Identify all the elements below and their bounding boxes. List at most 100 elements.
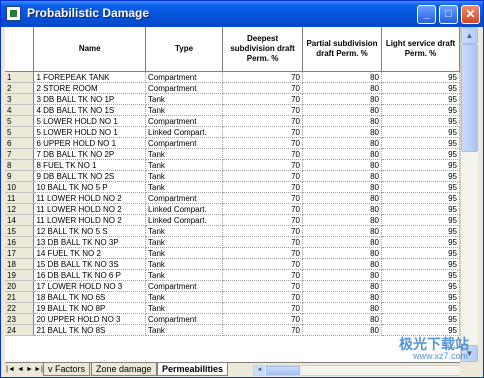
table-row[interactable]: 20 17 LOWER HOLD NO 3 Compartment 70 80 95 [5, 280, 460, 292]
name-cell[interactable]: 11 LOWER HOLD NO 2 [33, 192, 147, 204]
table-row[interactable]: 21 18 BALL TK NO 6S Tank 70 80 95 [5, 291, 460, 303]
light-perm-cell[interactable]: 95 [381, 137, 460, 149]
column-header-deepest[interactable]: Deepest subdivision draft Perm. % [222, 27, 304, 72]
horizontal-scroll-thumb[interactable] [266, 366, 300, 375]
type-cell[interactable]: Compartment [145, 82, 224, 94]
deepest-perm-cell[interactable]: 70 [222, 214, 304, 226]
deepest-perm-cell[interactable]: 70 [222, 203, 304, 215]
row-header-cell[interactable]: 19 [5, 269, 35, 281]
name-cell[interactable]: 17 LOWER HOLD NO 3 [33, 280, 147, 292]
partial-perm-cell[interactable]: 80 [302, 148, 382, 160]
row-header-cell[interactable]: 6 [5, 137, 35, 149]
partial-perm-cell[interactable]: 80 [302, 137, 382, 149]
partial-perm-cell[interactable]: 80 [302, 170, 382, 182]
row-header-cell[interactable]: 20 [5, 280, 35, 292]
type-cell[interactable]: Compartment [145, 280, 224, 292]
table-row[interactable]: 55 LOWER HOLD NO 1 Linked Compart. 70 80 95 [5, 126, 460, 138]
deepest-perm-cell[interactable]: 70 [222, 126, 304, 138]
type-cell[interactable]: Tank [145, 225, 224, 237]
type-cell[interactable]: Tank [145, 247, 224, 259]
minimize-button[interactable]: _ [417, 5, 436, 24]
tab-zone-damage[interactable]: Zone damage [91, 363, 157, 376]
partial-perm-cell[interactable]: 80 [302, 82, 382, 94]
deepest-perm-cell[interactable]: 70 [222, 291, 304, 303]
deepest-perm-cell[interactable]: 70 [222, 313, 304, 325]
deepest-perm-cell[interactable]: 70 [222, 137, 304, 149]
table-row[interactable]: 17 14 FUEL TK NO 2 Tank 70 80 95 [5, 247, 460, 259]
deepest-perm-cell[interactable]: 70 [222, 324, 304, 336]
type-cell[interactable]: Tank [145, 104, 224, 116]
table-row[interactable]: 11 FOREPEAK TANK Compartment 70 80 95 [5, 71, 460, 83]
name-cell[interactable]: 7 DB BALL TK NO 2P [33, 148, 147, 160]
name-cell[interactable]: 14 FUEL TK NO 2 [33, 247, 147, 259]
row-header-cell[interactable]: 18 [5, 258, 35, 270]
table-row[interactable]: 23 20 UPPER HOLD NO 3 Compartment 70 80 95 [5, 313, 460, 325]
row-header-cell[interactable]: 11 [5, 192, 35, 204]
name-cell[interactable]: 4 DB BALL TK NO 1S [33, 104, 147, 116]
partial-perm-cell[interactable]: 80 [302, 104, 382, 116]
type-cell[interactable]: Tank [145, 291, 224, 303]
deepest-perm-cell[interactable]: 70 [222, 247, 304, 259]
light-perm-cell[interactable]: 95 [381, 170, 460, 182]
deepest-perm-cell[interactable]: 70 [222, 192, 304, 204]
type-cell[interactable]: Tank [145, 236, 224, 248]
light-perm-cell[interactable]: 95 [381, 115, 460, 127]
deepest-perm-cell[interactable]: 70 [222, 82, 304, 94]
type-cell[interactable]: Tank [145, 148, 224, 160]
tab-permeabilities[interactable]: Permeabilities [157, 363, 229, 376]
row-header-cell[interactable]: 2 [5, 82, 35, 94]
row-header-cell[interactable]: 23 [5, 313, 35, 325]
partial-perm-cell[interactable]: 80 [302, 214, 382, 226]
scroll-up-button[interactable]: ▲ [461, 27, 478, 44]
light-perm-cell[interactable]: 95 [381, 192, 460, 204]
partial-perm-cell[interactable]: 80 [302, 225, 382, 237]
table-row[interactable]: 55 LOWER HOLD NO 1 Compartment 70 80 95 [5, 115, 460, 127]
column-header-type[interactable]: Type [145, 27, 224, 72]
row-header-cell[interactable]: 17 [5, 247, 35, 259]
tab-last-button[interactable]: ►| [34, 365, 43, 375]
partial-perm-cell[interactable]: 80 [302, 313, 382, 325]
name-cell[interactable]: 18 BALL TK NO 6S [33, 291, 147, 303]
row-header-cell[interactable]: 22 [5, 302, 35, 314]
type-cell[interactable]: Tank [145, 302, 224, 314]
name-cell[interactable]: 21 BALL TK NO 8S [33, 324, 147, 336]
type-cell[interactable]: Tank [145, 170, 224, 182]
partial-perm-cell[interactable]: 80 [302, 291, 382, 303]
row-header-cell[interactable]: 5 [5, 126, 35, 138]
row-header-cell[interactable]: 8 [5, 159, 35, 171]
tab-next-button[interactable]: ► [25, 365, 34, 375]
row-header-cell[interactable]: 12 [5, 203, 35, 215]
partial-perm-cell[interactable]: 80 [302, 247, 382, 259]
name-cell[interactable]: 13 DB BALL TK NO 3P [33, 236, 147, 248]
vertical-scrollbar[interactable]: ▲ ▼ [460, 27, 478, 362]
column-header-partial[interactable]: Partial subdivision draft Perm. % [302, 27, 382, 72]
partial-perm-cell[interactable]: 80 [302, 258, 382, 270]
name-cell[interactable]: 6 UPPER HOLD NO 1 [33, 137, 147, 149]
light-perm-cell[interactable]: 95 [381, 148, 460, 160]
name-cell[interactable]: 3 DB BALL TK NO 1P [33, 93, 147, 105]
name-cell[interactable]: 9 DB BALL TK NO 2S [33, 170, 147, 182]
row-header-cell[interactable]: 4 [5, 104, 35, 116]
table-row[interactable]: 22 STORE ROOM Compartment 70 80 95 [5, 82, 460, 94]
type-cell[interactable]: Compartment [145, 115, 224, 127]
light-perm-cell[interactable]: 95 [381, 214, 460, 226]
light-perm-cell[interactable]: 95 [381, 313, 460, 325]
name-cell[interactable]: 11 LOWER HOLD NO 2 [33, 203, 147, 215]
table-row[interactable]: 10 10 BALL TK NO 5 P Tank 70 80 95 [5, 181, 460, 193]
row-header-cell[interactable]: 9 [5, 170, 35, 182]
type-cell[interactable]: Linked Compart. [145, 214, 224, 226]
deepest-perm-cell[interactable]: 70 [222, 269, 304, 281]
name-cell[interactable]: 16 DB BALL TK NO 6 P [33, 269, 147, 281]
table-row[interactable]: 11 11 LOWER HOLD NO 2 Compartment 70 80 95 [5, 192, 460, 204]
light-perm-cell[interactable]: 95 [381, 280, 460, 292]
type-cell[interactable]: Compartment [145, 137, 224, 149]
type-cell[interactable]: Linked Compart. [145, 203, 224, 215]
table-row[interactable]: 14 11 LOWER HOLD NO 2 Linked Compart. 70 80 9… [5, 214, 460, 226]
name-cell[interactable]: 10 BALL TK NO 5 P [33, 181, 147, 193]
light-perm-cell[interactable]: 95 [381, 82, 460, 94]
light-perm-cell[interactable]: 95 [381, 181, 460, 193]
deepest-perm-cell[interactable]: 70 [222, 71, 304, 83]
type-cell[interactable]: Linked Compart. [145, 126, 224, 138]
deepest-perm-cell[interactable]: 70 [222, 93, 304, 105]
column-header-name[interactable]: Name [33, 27, 147, 72]
